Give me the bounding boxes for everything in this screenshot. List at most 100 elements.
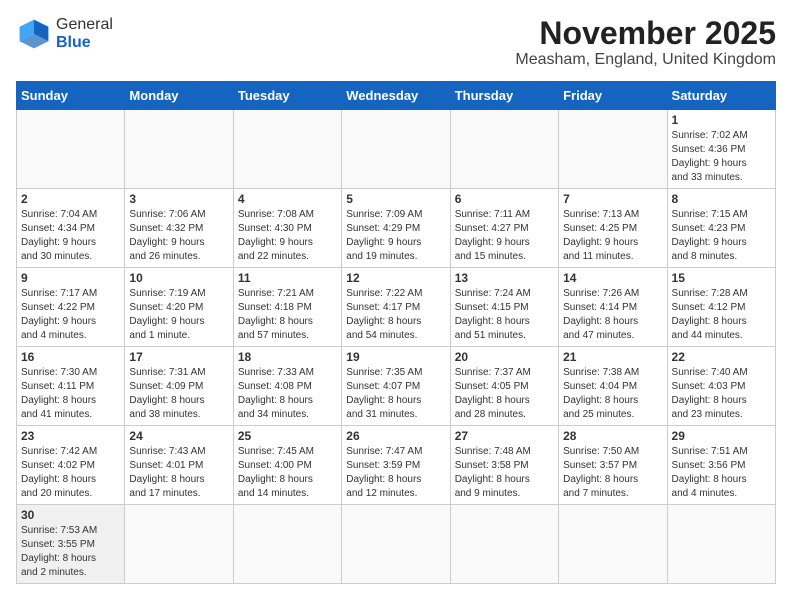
day-number: 10 bbox=[129, 271, 228, 285]
location-title: Measham, England, United Kingdom bbox=[515, 51, 776, 69]
day-number: 13 bbox=[455, 271, 554, 285]
calendar-cell: 8Sunrise: 7:15 AM Sunset: 4:23 PM Daylig… bbox=[667, 189, 775, 268]
day-info: Sunrise: 7:28 AM Sunset: 4:12 PM Dayligh… bbox=[672, 287, 771, 343]
day-number: 8 bbox=[672, 192, 771, 206]
day-info: Sunrise: 7:31 AM Sunset: 4:09 PM Dayligh… bbox=[129, 366, 228, 422]
calendar-cell: 2 Sunrise: 7:04 AM Sunset: 4:34 PM Daylig… bbox=[17, 189, 125, 268]
day-info: Sunrise: 7:13 AM Sunset: 4:25 PM Dayligh… bbox=[563, 208, 662, 264]
calendar-cell bbox=[342, 110, 450, 189]
day-number: 16 bbox=[21, 350, 120, 364]
calendar-cell: 23Sunrise: 7:42 AM Sunset: 4:02 PM Dayli… bbox=[17, 426, 125, 505]
day-info: Sunrise: 7:50 AM Sunset: 3:57 PM Dayligh… bbox=[563, 445, 662, 501]
day-info: Sunrise: 7:45 AM Sunset: 4:00 PM Dayligh… bbox=[238, 445, 337, 501]
calendar-cell: 16 Sunrise: 7:30 AM Sunset: 4:11 PM Dayli… bbox=[17, 347, 125, 426]
calendar-cell: 29Sunrise: 7:51 AM Sunset: 3:56 PM Dayli… bbox=[667, 426, 775, 505]
calendar-cell bbox=[450, 505, 558, 584]
calendar-cell bbox=[233, 505, 341, 584]
day-number: 30 bbox=[21, 508, 120, 522]
calendar-cell: 11 Sunrise: 7:21 AM Sunset: 4:18 PM Dayli… bbox=[233, 268, 341, 347]
day-number: 6 bbox=[455, 192, 554, 206]
month-title: November 2025 bbox=[515, 16, 776, 51]
calendar-cell bbox=[125, 505, 233, 584]
page-header: General Blue November 2025 Measham, Engl… bbox=[16, 16, 776, 69]
week-row-2: 2 Sunrise: 7:04 AM Sunset: 4:34 PM Daylig… bbox=[17, 189, 776, 268]
calendar-cell bbox=[233, 110, 341, 189]
day-number: 20 bbox=[455, 350, 554, 364]
day-info: Sunrise: 7:24 AM Sunset: 4:15 PM Dayligh… bbox=[455, 287, 554, 343]
day-number: 14 bbox=[563, 271, 662, 285]
calendar-cell: 27Sunrise: 7:48 AM Sunset: 3:58 PM Dayli… bbox=[450, 426, 558, 505]
weekday-header-thursday: Thursday bbox=[450, 82, 558, 110]
day-number: 28 bbox=[563, 429, 662, 443]
day-number: 15 bbox=[672, 271, 771, 285]
calendar-cell: 12Sunrise: 7:22 AM Sunset: 4:17 PM Dayli… bbox=[342, 268, 450, 347]
day-info: Sunrise: 7:53 AM Sunset: 3:55 PM Dayligh… bbox=[21, 524, 120, 580]
calendar-cell: 6Sunrise: 7:11 AM Sunset: 4:27 PM Daylig… bbox=[450, 189, 558, 268]
calendar-cell: 26Sunrise: 7:47 AM Sunset: 3:59 PM Dayli… bbox=[342, 426, 450, 505]
calendar-cell: 19Sunrise: 7:35 AM Sunset: 4:07 PM Dayli… bbox=[342, 347, 450, 426]
calendar-cell: 1Sunrise: 7:02 AM Sunset: 4:36 PM Daylig… bbox=[667, 110, 775, 189]
day-info: Sunrise: 7:21 AM Sunset: 4:18 PM Dayligh… bbox=[238, 287, 337, 343]
weekday-header-sunday: Sunday bbox=[17, 82, 125, 110]
day-number: 17 bbox=[129, 350, 228, 364]
day-info: Sunrise: 7:30 AM Sunset: 4:11 PM Dayligh… bbox=[21, 366, 120, 422]
day-number: 1 bbox=[672, 113, 771, 127]
week-row-4: 16 Sunrise: 7:30 AM Sunset: 4:11 PM Dayli… bbox=[17, 347, 776, 426]
weekday-header-monday: Monday bbox=[125, 82, 233, 110]
day-number: 9 bbox=[21, 271, 120, 285]
calendar-cell bbox=[559, 110, 667, 189]
day-number: 11 bbox=[238, 271, 337, 285]
day-number: 18 bbox=[238, 350, 337, 364]
day-number: 19 bbox=[346, 350, 445, 364]
day-info: Sunrise: 7:33 AM Sunset: 4:08 PM Dayligh… bbox=[238, 366, 337, 422]
calendar-cell: 10Sunrise: 7:19 AM Sunset: 4:20 PM Dayli… bbox=[125, 268, 233, 347]
calendar-cell: 15 Sunrise: 7:28 AM Sunset: 4:12 PM Dayli… bbox=[667, 268, 775, 347]
calendar-cell: 20Sunrise: 7:37 AM Sunset: 4:05 PM Dayli… bbox=[450, 347, 558, 426]
day-info: Sunrise: 7:17 AM Sunset: 4:22 PM Dayligh… bbox=[21, 287, 120, 343]
calendar-cell: 3 Sunrise: 7:06 AM Sunset: 4:32 PM Daylig… bbox=[125, 189, 233, 268]
day-number: 2 bbox=[21, 192, 120, 206]
calendar-cell bbox=[559, 505, 667, 584]
day-info: Sunrise: 7:08 AM Sunset: 4:30 PM Dayligh… bbox=[238, 208, 337, 264]
logo-blue: Blue bbox=[56, 34, 91, 51]
weekday-header-saturday: Saturday bbox=[667, 82, 775, 110]
calendar-cell: 9 Sunrise: 7:17 AM Sunset: 4:22 PM Daylig… bbox=[17, 268, 125, 347]
weekday-header-wednesday: Wednesday bbox=[342, 82, 450, 110]
day-info: Sunrise: 7:22 AM Sunset: 4:17 PM Dayligh… bbox=[346, 287, 445, 343]
logo-text: General Blue bbox=[56, 16, 113, 51]
calendar-cell: 7Sunrise: 7:13 AM Sunset: 4:25 PM Daylig… bbox=[559, 189, 667, 268]
day-info: Sunrise: 7:09 AM Sunset: 4:29 PM Dayligh… bbox=[346, 208, 445, 264]
week-row-3: 9 Sunrise: 7:17 AM Sunset: 4:22 PM Daylig… bbox=[17, 268, 776, 347]
day-number: 4 bbox=[238, 192, 337, 206]
calendar-cell: 24 Sunrise: 7:43 AM Sunset: 4:01 PM Dayli… bbox=[125, 426, 233, 505]
logo-general: General bbox=[56, 16, 113, 33]
week-row-6: 30 Sunrise: 7:53 AM Sunset: 3:55 PM Dayli… bbox=[17, 505, 776, 584]
day-info: Sunrise: 7:48 AM Sunset: 3:58 PM Dayligh… bbox=[455, 445, 554, 501]
day-info: Sunrise: 7:06 AM Sunset: 4:32 PM Dayligh… bbox=[129, 208, 228, 264]
weekday-header-tuesday: Tuesday bbox=[233, 82, 341, 110]
day-info: Sunrise: 7:04 AM Sunset: 4:34 PM Dayligh… bbox=[21, 208, 120, 264]
week-row-5: 23Sunrise: 7:42 AM Sunset: 4:02 PM Dayli… bbox=[17, 426, 776, 505]
calendar-cell: 4 Sunrise: 7:08 AM Sunset: 4:30 PM Daylig… bbox=[233, 189, 341, 268]
calendar: SundayMondayTuesdayWednesdayThursdayFrid… bbox=[16, 81, 776, 584]
calendar-cell: 5 Sunrise: 7:09 AM Sunset: 4:29 PM Daylig… bbox=[342, 189, 450, 268]
day-number: 29 bbox=[672, 429, 771, 443]
calendar-cell: 18 Sunrise: 7:33 AM Sunset: 4:08 PM Dayli… bbox=[233, 347, 341, 426]
title-area: November 2025 Measham, England, United K… bbox=[515, 16, 776, 69]
weekday-header-friday: Friday bbox=[559, 82, 667, 110]
day-info: Sunrise: 7:38 AM Sunset: 4:04 PM Dayligh… bbox=[563, 366, 662, 422]
calendar-cell bbox=[342, 505, 450, 584]
calendar-cell: 25 Sunrise: 7:45 AM Sunset: 4:00 PM Dayli… bbox=[233, 426, 341, 505]
day-info: Sunrise: 7:26 AM Sunset: 4:14 PM Dayligh… bbox=[563, 287, 662, 343]
day-info: Sunrise: 7:43 AM Sunset: 4:01 PM Dayligh… bbox=[129, 445, 228, 501]
calendar-cell: 22Sunrise: 7:40 AM Sunset: 4:03 PM Dayli… bbox=[667, 347, 775, 426]
day-number: 5 bbox=[346, 192, 445, 206]
day-number: 25 bbox=[238, 429, 337, 443]
day-number: 24 bbox=[129, 429, 228, 443]
calendar-cell: 28 Sunrise: 7:50 AM Sunset: 3:57 PM Dayli… bbox=[559, 426, 667, 505]
day-number: 23 bbox=[21, 429, 120, 443]
weekday-header-row: SundayMondayTuesdayWednesdayThursdayFrid… bbox=[17, 82, 776, 110]
logo-icon bbox=[16, 16, 52, 52]
day-info: Sunrise: 7:47 AM Sunset: 3:59 PM Dayligh… bbox=[346, 445, 445, 501]
day-number: 3 bbox=[129, 192, 228, 206]
